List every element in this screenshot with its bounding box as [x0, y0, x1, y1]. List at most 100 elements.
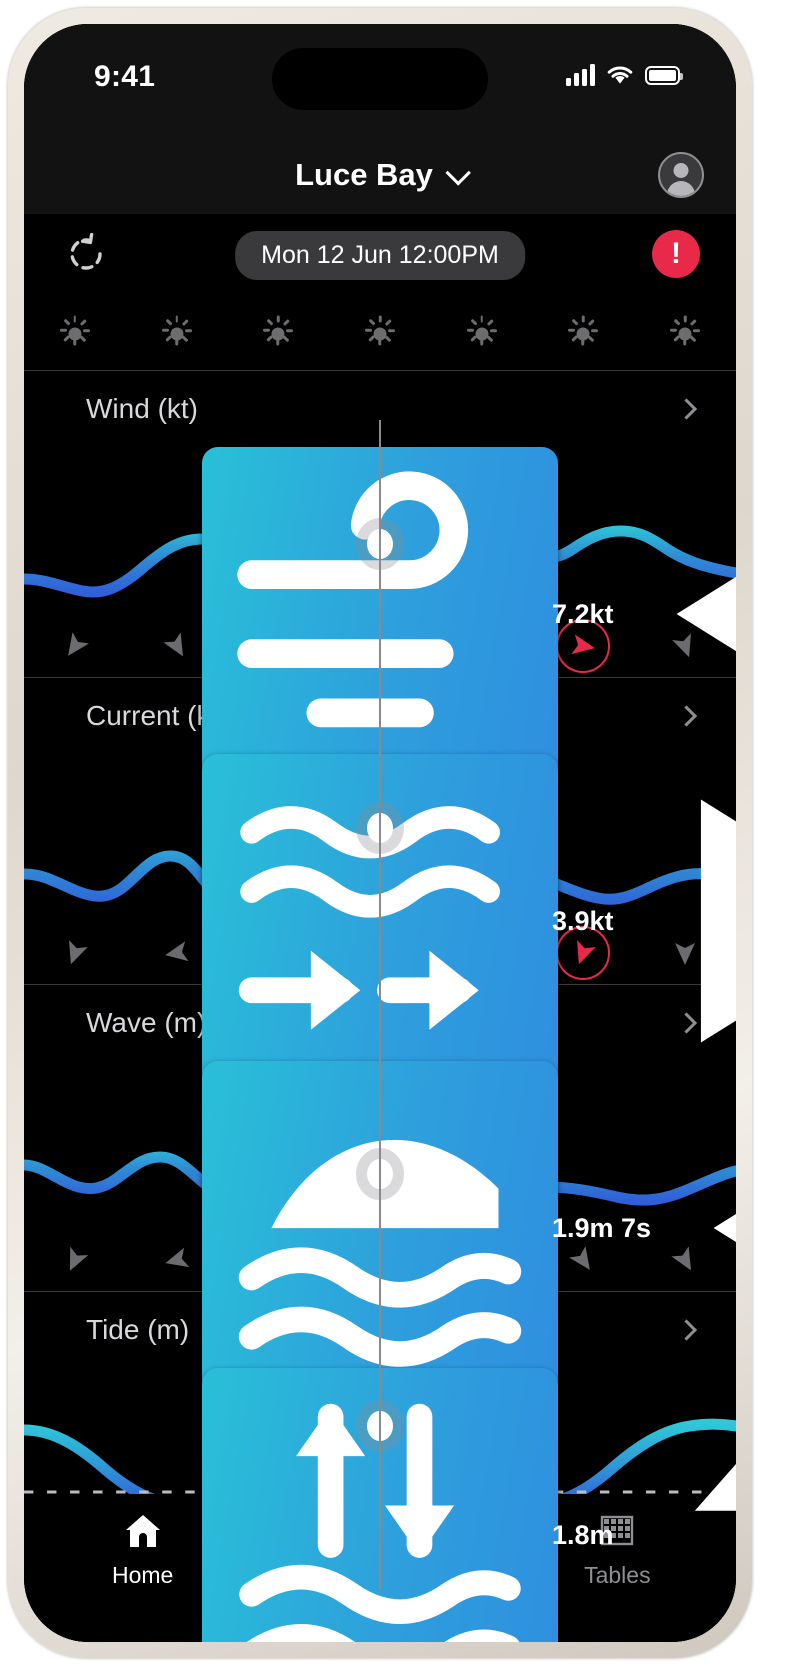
sun-ray [184, 329, 192, 332]
sun-ray [693, 329, 701, 332]
sun-ray [263, 329, 271, 332]
direction-arrow-icon [164, 941, 189, 962]
tab-label-home: Home [111, 1562, 174, 1588]
daylight-cell [329, 315, 431, 351]
arrow-up-icon [694, 1463, 736, 1511]
sun-ray [673, 335, 681, 342]
selected-datetime-pill[interactable]: Mon 12 Jun 12:00PM [235, 231, 525, 280]
sun-ray [480, 315, 483, 323]
sun-ray [466, 329, 474, 332]
sun-ray [486, 335, 494, 342]
chevron-down-icon [445, 160, 471, 186]
battery-icon [645, 65, 683, 85]
sun-ray [486, 319, 494, 326]
status-bar: 9:41 [24, 24, 736, 136]
wind-icon [237, 471, 469, 728]
direction-arrow-icon [162, 632, 183, 657]
sun-ray [181, 319, 189, 326]
sun-ray [73, 338, 77, 346]
section-header-wind[interactable]: Wind (kt) [24, 371, 736, 447]
chevron-right-icon [675, 398, 698, 420]
daylight-cell [634, 315, 736, 351]
wind-value-pill[interactable]: 7.2kt [202, 447, 736, 781]
direction-arrow-cell [24, 938, 126, 968]
wave-cursor-dot[interactable] [367, 1158, 393, 1189]
wave-chart[interactable]: 1.9m 7s [24, 1061, 736, 1395]
sun-ray [670, 329, 678, 332]
tide-cursor-dot[interactable] [367, 1411, 393, 1442]
timeline-toolbar: Mon 12 Jun 12:00PM ! [24, 214, 736, 298]
direction-arrow-left-icon [713, 1214, 736, 1242]
avatar-head [673, 163, 689, 178]
direction-arrow-icon [164, 1247, 189, 1268]
wave-value-pill[interactable]: 1.9m 7s [202, 1061, 736, 1395]
sun-ray [489, 329, 497, 332]
sun-ray [588, 319, 595, 326]
sun-ray [588, 335, 595, 342]
sun-ray [378, 338, 382, 346]
refresh-icon[interactable] [62, 230, 110, 278]
forecast-chart-stack: Wind (kt) 7.2kt Current (kt) 3.9kt Wave … [24, 370, 736, 1642]
phone-bezel: 9:41 Luce Bay Mon 12 Jun 12:00PM ! Wind … [24, 24, 736, 1642]
sun-ray [480, 338, 483, 346]
sun-icon [465, 315, 499, 351]
sun-ray [79, 319, 87, 326]
daylight-cell [227, 315, 329, 351]
sun-ray [283, 335, 290, 342]
daylight-row [24, 298, 736, 370]
direction-arrow-icon [69, 1246, 89, 1271]
sun-ray [63, 319, 71, 326]
sun-ray [571, 335, 579, 342]
sun-ray [582, 315, 585, 323]
screenshot-stage: 9:41 Luce Bay Mon 12 Jun 12:00PM ! Wind … [0, 0, 800, 1674]
home-icon [125, 1515, 160, 1547]
sun-ray [378, 315, 382, 323]
page-title: Luce Bay [295, 157, 433, 192]
section-title-wind: Wind (kt) [86, 393, 198, 424]
direction-arrow-cell [24, 1245, 126, 1275]
sun-ray [368, 319, 376, 326]
sun-ray [470, 319, 477, 326]
section-title-wave: Wave (m) [86, 1007, 207, 1038]
status-indicators [566, 64, 683, 86]
wind-cursor-dot[interactable] [367, 529, 393, 560]
daylight-cell [533, 315, 635, 351]
sun-ray [683, 315, 687, 323]
daylight-cell [24, 315, 126, 351]
wind-chart[interactable]: 7.2kt [24, 447, 736, 781]
sun-ray [568, 329, 576, 332]
weather-alert-badge[interactable]: ! [652, 230, 700, 278]
sun-ray [689, 319, 697, 326]
sun-ray [165, 335, 172, 342]
current-cursor-dot[interactable] [367, 812, 393, 843]
current-value-pill[interactable]: 3.9kt [202, 754, 736, 1088]
sun-ray [283, 319, 290, 326]
wifi-icon [607, 66, 633, 84]
sun-ray [277, 315, 280, 323]
sun-ray [365, 329, 373, 332]
location-selector[interactable]: Luce Bay [295, 157, 471, 193]
account-avatar-icon[interactable] [658, 152, 704, 198]
direction-arrow-highlighted-icon [571, 634, 596, 655]
direction-arrow-cell [24, 631, 126, 661]
section-wind: Wind (kt) 7.2kt [24, 370, 736, 781]
nav-bar: Luce Bay [24, 136, 736, 214]
wave-value-text: 1.9m 7s [552, 1212, 652, 1243]
phone-screen: 9:41 Luce Bay Mon 12 Jun 12:00PM ! Wind … [24, 24, 736, 1642]
wind-value-text: 7.2kt [552, 598, 614, 629]
sun-ray [384, 335, 392, 342]
dynamic-island [272, 48, 488, 110]
sun-ray [79, 335, 87, 342]
phone-device-frame: 9:41 Luce Bay Mon 12 Jun 12:00PM ! Wind … [8, 8, 752, 1658]
tide-value-pill[interactable]: 1.8m [202, 1368, 736, 1642]
sun-ray [63, 335, 71, 342]
sun-icon [363, 315, 397, 351]
section-title-tide: Tide (m) [86, 1314, 190, 1345]
sun-ray [165, 319, 172, 326]
sun-ray [82, 329, 90, 332]
direction-arrow-left-icon [676, 576, 736, 652]
sun-ray [73, 315, 77, 323]
sun-ray [388, 329, 396, 332]
current-chart[interactable]: 3.9kt [24, 754, 736, 1088]
sun-ray [368, 335, 376, 342]
